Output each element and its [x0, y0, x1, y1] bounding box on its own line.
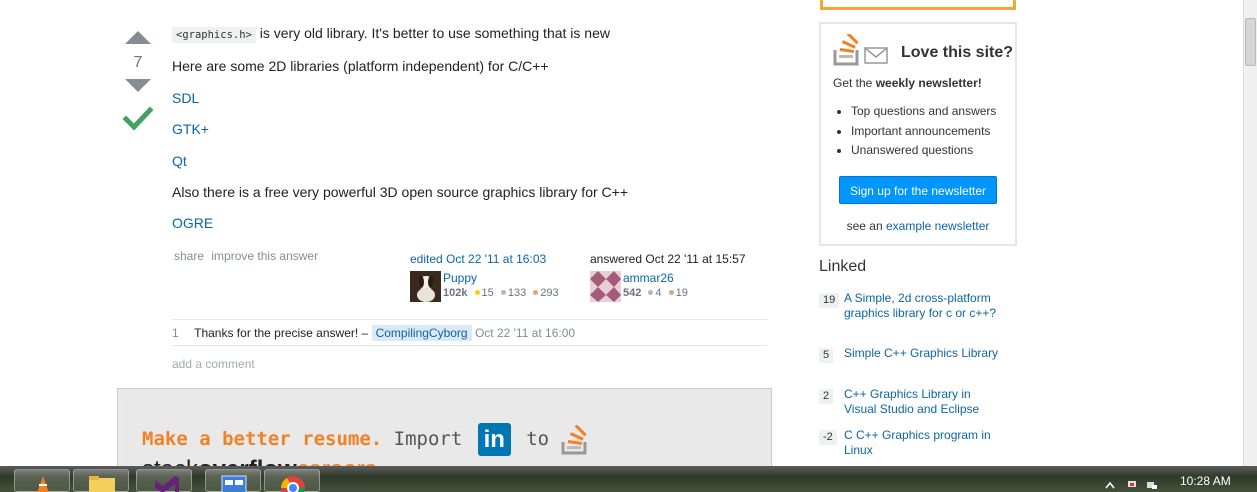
avatar[interactable]	[410, 271, 441, 302]
upvote-arrow-icon[interactable]	[125, 31, 151, 44]
editor-username[interactable]: Puppy	[443, 271, 477, 285]
scrollbar-thumb[interactable]	[1245, 18, 1256, 66]
avatar[interactable]	[590, 271, 621, 302]
reputation: 102k 15 133 293	[443, 285, 580, 301]
newsletter-subtitle: Get the weekly newsletter!	[833, 76, 982, 90]
improve-answer-link[interactable]: improve this answer	[211, 249, 318, 263]
gold-badge-count: 15	[481, 287, 494, 299]
network-icon[interactable]	[1146, 481, 1158, 489]
taskbar-app-button[interactable]	[205, 469, 261, 492]
linked-questions: 19 A Simple, 2d cross-platform graphics …	[819, 291, 999, 458]
newsletter-title: Love this site?	[901, 44, 1014, 61]
inline-code: <graphics.h>	[172, 27, 256, 43]
stackoverflow-logo-icon	[561, 423, 587, 454]
linked-count: 5	[819, 348, 834, 363]
careers-ad[interactable]: Make a better resume. Import in to stack…	[117, 388, 772, 483]
show-hidden-icons-icon[interactable]	[1104, 481, 1116, 489]
comments-section: 1 Thanks for the precise answer! – Compi…	[172, 319, 767, 371]
answer-body: <graphics.h> is very old library. It's b…	[172, 24, 772, 246]
add-comment-link[interactable]: add a comment	[172, 357, 767, 371]
silver-badge-count: 133	[507, 287, 527, 299]
linked-count: 2	[819, 389, 834, 404]
bronze-badge-count: 293	[540, 287, 559, 299]
list-item: Top questions and answers	[851, 102, 1003, 122]
editor-signature: edited Oct 22 '11 at 16:03 Puppy 102k 15…	[410, 252, 580, 303]
bronze-badge-icon	[533, 290, 539, 296]
folder-icon	[89, 476, 115, 492]
windows-taskbar: 10:28 AM	[0, 466, 1257, 492]
bronze-badge-count: 19	[675, 287, 688, 299]
edited-link[interactable]: edited Oct 22 '11 at 16:03	[410, 252, 546, 266]
reputation-score: 542	[623, 287, 642, 299]
linked-item: 2 C++ Graphics Library in Visual Studio …	[819, 387, 999, 428]
linked-question-link[interactable]: Simple C++ Graphics Library	[844, 346, 998, 360]
ad-import-text: Import	[393, 428, 463, 450]
link-ogre[interactable]: OGRE	[172, 215, 213, 231]
page-scrollbar[interactable]	[1243, 0, 1257, 470]
ad-to-text: to	[526, 428, 550, 450]
taskbar-vlc-button[interactable]	[14, 469, 70, 492]
gold-badge-icon	[474, 290, 480, 296]
vote-count: 7	[133, 54, 143, 71]
vote-cell: 7	[118, 28, 158, 135]
linked-count: 19	[819, 293, 840, 308]
owner-signature: answered Oct 22 '11 at 15:57 ammar26 542…	[590, 252, 770, 303]
newsletter-features: Top questions and answers Important anno…	[851, 102, 1003, 161]
linked-item: 19 A Simple, 2d cross-platform graphics …	[819, 291, 999, 346]
link-qt[interactable]: Qt	[172, 153, 187, 169]
window-app-icon	[221, 475, 247, 492]
list-item: Important announcements	[851, 122, 1003, 142]
silver-badge-icon	[500, 290, 506, 296]
reputation-score: 102k	[443, 287, 468, 299]
stackoverflow-logo-icon	[833, 34, 888, 66]
link-gtk[interactable]: GTK+	[172, 121, 209, 137]
newsletter-widget: Love this site? Get the weekly newslette…	[819, 22, 1017, 246]
linked-item: 5 Simple C++ Graphics Library	[819, 346, 999, 387]
owner-username[interactable]: ammar26	[623, 271, 674, 285]
flag-icon[interactable]	[1126, 481, 1138, 489]
reputation: 542 4 19	[623, 285, 770, 301]
example-newsletter-link[interactable]: example newsletter	[886, 219, 989, 233]
answer-paragraph: Here are some 2D libraries (platform ind…	[172, 58, 549, 75]
link-sdl[interactable]: SDL	[172, 90, 199, 106]
comment-date: Oct 22 '11 at 16:00	[474, 326, 576, 340]
visual-studio-icon	[155, 476, 179, 492]
comment: 1 Thanks for the precise answer! – Compi…	[172, 320, 767, 346]
linked-heading: Linked	[819, 258, 867, 275]
linked-question-link[interactable]: C++ Graphics Library in Visual Studio an…	[844, 387, 979, 416]
linked-item: -2 C C++ Graphics program in Linux	[819, 428, 999, 458]
silver-badge-count: 4	[655, 287, 662, 299]
accepted-checkmark-icon	[122, 106, 154, 131]
newsletter-signup-button[interactable]: Sign up for the newsletter	[839, 175, 997, 204]
chrome-icon	[281, 476, 305, 492]
comment-score: 1	[172, 326, 179, 340]
post-menu: share improve this answer	[174, 249, 322, 263]
answer-paragraph: Also there is a free very powerful 3D op…	[172, 183, 628, 200]
linked-question-link[interactable]: A Simple, 2d cross-platform graphics lib…	[844, 291, 996, 320]
taskbar-clock[interactable]: 10:28 AM	[1180, 474, 1231, 488]
downvote-arrow-icon[interactable]	[125, 79, 151, 92]
linkedin-icon: in	[477, 423, 511, 456]
taskbar-visual-studio-button[interactable]	[136, 469, 192, 492]
share-link[interactable]: share	[174, 249, 204, 263]
comment-text: Thanks for the precise answer! –	[194, 326, 369, 340]
example-newsletter-text: see an example newsletter	[846, 218, 990, 233]
answer-intro-text: is very old library. It's better to use …	[259, 25, 610, 41]
answered-time: answered Oct 22 '11 at 15:57	[590, 252, 746, 266]
linked-count: -2	[819, 430, 837, 445]
list-item: Unanswered questions	[851, 141, 1003, 161]
sidebar-featured-box	[820, 0, 1016, 10]
taskbar-explorer-button[interactable]	[73, 469, 129, 492]
silver-badge-icon	[648, 290, 654, 296]
answer-paragraph: <graphics.h> is very old library. It's b…	[172, 24, 772, 44]
vlc-icon	[37, 476, 49, 492]
taskbar-chrome-button[interactable]	[264, 469, 320, 492]
comment-user-link[interactable]: CompilingCyborg	[371, 325, 472, 341]
bronze-badge-icon	[668, 290, 674, 296]
ad-headline: Make a better resume.	[142, 428, 383, 450]
linked-question-link[interactable]: C C++ Graphics program in Linux	[844, 428, 991, 457]
